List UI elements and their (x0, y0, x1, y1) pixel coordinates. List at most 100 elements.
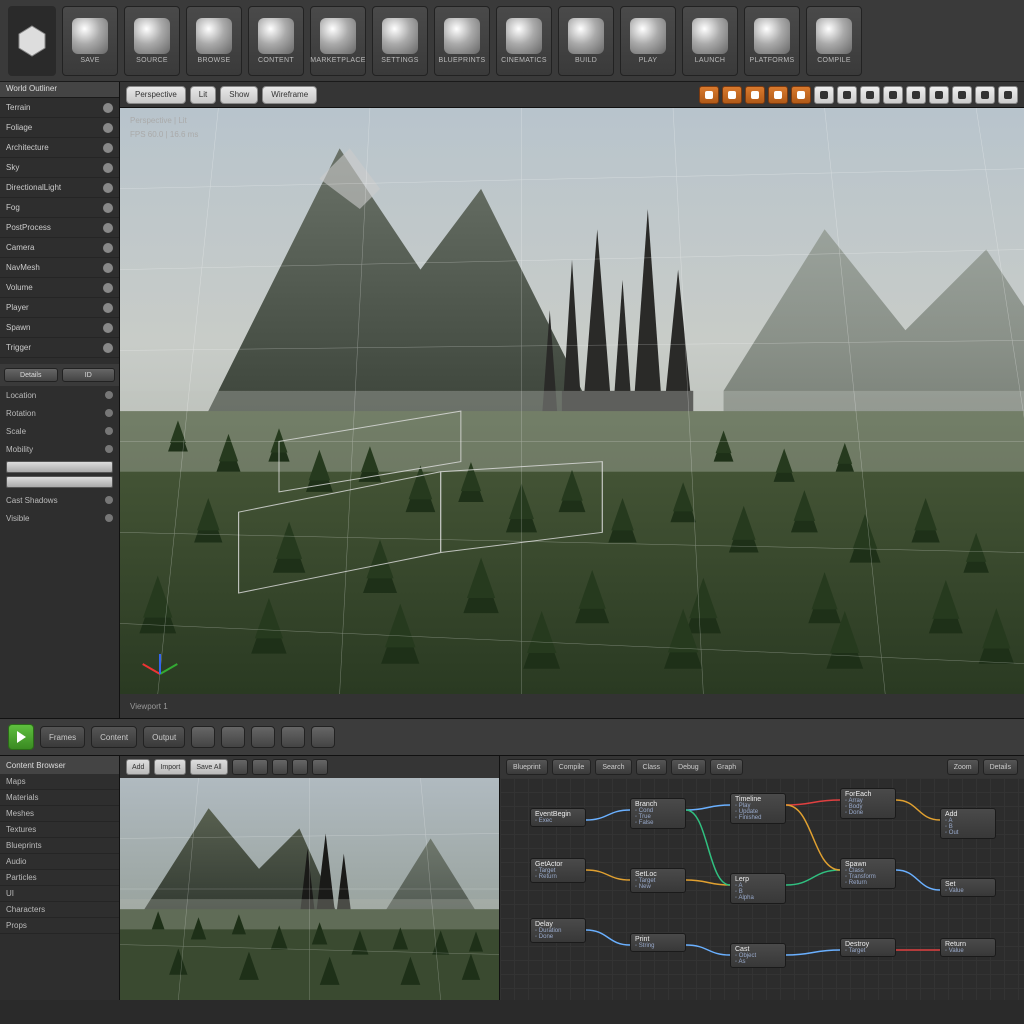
node-pin[interactable]: ◦ Done (535, 934, 581, 940)
toolbar-cinematics-button[interactable]: Cinematics (496, 6, 552, 76)
visibility-icon[interactable] (103, 303, 113, 313)
viewport-tool-icon[interactable] (768, 86, 788, 104)
visibility-icon[interactable] (103, 123, 113, 133)
outliner-item[interactable]: Spawn (0, 318, 119, 338)
toolbar-platforms-button[interactable]: Platforms (744, 6, 800, 76)
node-pin[interactable]: ◦ Finished (735, 815, 781, 821)
content-folder[interactable]: Audio (0, 854, 119, 870)
visibility-icon[interactable] (103, 143, 113, 153)
node-pin[interactable]: ◦ Value (945, 888, 991, 894)
property-slider[interactable] (6, 461, 113, 473)
strip-icon-button[interactable] (251, 726, 275, 748)
graph-node[interactable]: Set◦ Value (940, 878, 996, 897)
graph-node[interactable]: Destroy◦ Target (840, 938, 896, 957)
graph-toolbar-button[interactable]: Compile (552, 759, 592, 775)
content-folder[interactable]: UI (0, 886, 119, 902)
visibility-icon[interactable] (103, 343, 113, 353)
toolbar-blueprints-button[interactable]: Blueprints (434, 6, 490, 76)
node-pin[interactable]: ◦ Target (845, 948, 891, 954)
property-row[interactable]: Location (0, 386, 119, 404)
main-viewport[interactable]: Perspective | Lit FPS 60.0 | 16.6 ms (120, 108, 1024, 694)
content-folder[interactable]: Characters (0, 902, 119, 918)
strip-icon-button[interactable] (311, 726, 335, 748)
graph-toolbar-button[interactable]: Details (983, 759, 1018, 775)
node-pin[interactable]: ◦ Return (845, 880, 891, 886)
viewport-tool-icon[interactable] (975, 86, 995, 104)
visibility-icon[interactable] (103, 203, 113, 213)
preview-icon-button[interactable] (292, 759, 308, 775)
visibility-icon[interactable] (103, 183, 113, 193)
play-button[interactable] (8, 724, 34, 750)
outliner-tab[interactable]: World Outliner (0, 82, 119, 98)
visibility-icon[interactable] (103, 323, 113, 333)
preview-button[interactable]: Save All (190, 759, 227, 775)
outliner-item[interactable]: DirectionalLight (0, 178, 119, 198)
content-folder[interactable]: Particles (0, 870, 119, 886)
content-folder[interactable]: Materials (0, 790, 119, 806)
toolbar-compile-button[interactable]: Compile (806, 6, 862, 76)
node-pin[interactable]: ◦ Return (535, 874, 581, 880)
viewport-tool-icon[interactable] (699, 86, 719, 104)
content-folder[interactable]: Props (0, 918, 119, 934)
node-pin[interactable]: ◦ As (735, 959, 781, 965)
preview-button[interactable]: Import (154, 759, 186, 775)
node-pin[interactable]: ◦ Done (845, 810, 891, 816)
node-pin[interactable]: ◦ New (635, 884, 681, 890)
graph-toolbar-button[interactable]: Search (595, 759, 631, 775)
content-folder[interactable]: Blueprints (0, 838, 119, 854)
property-slider[interactable] (6, 476, 113, 488)
strip-icon-button[interactable] (221, 726, 245, 748)
node-canvas[interactable]: EventBegin◦ Exec GetActor◦ Target◦ Return… (500, 778, 1024, 1000)
outliner-item[interactable]: Camera (0, 238, 119, 258)
graph-toolbar-button[interactable]: Class (636, 759, 668, 775)
viewport-mode-button[interactable]: Lit (190, 86, 216, 104)
graph-node[interactable]: Delay◦ Duration◦ Done (530, 918, 586, 943)
property-row[interactable]: Rotation (0, 404, 119, 422)
graph-node[interactable]: ForEach◦ Array◦ Body◦ Done (840, 788, 896, 819)
graph-toolbar-button[interactable]: Blueprint (506, 759, 548, 775)
viewport-tool-icon[interactable] (906, 86, 926, 104)
graph-toolbar-button[interactable]: Debug (671, 759, 706, 775)
content-folder[interactable]: Meshes (0, 806, 119, 822)
graph-node[interactable]: Return◦ Value (940, 938, 996, 957)
outliner-item[interactable]: Player (0, 298, 119, 318)
details-tab[interactable]: Details (4, 368, 58, 382)
visibility-icon[interactable] (103, 283, 113, 293)
toolbar-save-button[interactable]: Save (62, 6, 118, 76)
viewport-tool-icon[interactable] (745, 86, 765, 104)
toolbar-marketplace-button[interactable]: Marketplace (310, 6, 366, 76)
strip-icon-button[interactable] (281, 726, 305, 748)
graph-node[interactable]: Print◦ String (630, 933, 686, 952)
toolbar-browse-button[interactable]: Browse (186, 6, 242, 76)
graph-node[interactable]: Spawn◦ Class◦ Transform◦ Return (840, 858, 896, 889)
viewport-tool-icon[interactable] (722, 86, 742, 104)
preview-icon-button[interactable] (312, 759, 328, 775)
outliner-item[interactable]: Volume (0, 278, 119, 298)
graph-node[interactable]: SetLoc◦ Target◦ New (630, 868, 686, 893)
property-row[interactable]: Scale (0, 422, 119, 440)
node-pin[interactable]: ◦ Alpha (735, 895, 781, 901)
graph-node[interactable]: GetActor◦ Target◦ Return (530, 858, 586, 883)
property-row[interactable]: Cast Shadows (0, 491, 119, 509)
property-row[interactable]: Visible (0, 509, 119, 527)
node-pin[interactable]: ◦ Out (945, 830, 991, 836)
graph-node[interactable]: EventBegin◦ Exec (530, 808, 586, 827)
visibility-icon[interactable] (103, 223, 113, 233)
outliner-item[interactable]: Architecture (0, 138, 119, 158)
viewport-tool-icon[interactable] (837, 86, 857, 104)
toolbar-play-button[interactable]: Play (620, 6, 676, 76)
toolbar-settings-button[interactable]: Settings (372, 6, 428, 76)
viewport-mode-button[interactable]: Perspective (126, 86, 186, 104)
strip-button[interactable]: Content (91, 726, 137, 748)
strip-button[interactable]: Output (143, 726, 185, 748)
toolbar-build-button[interactable]: Build (558, 6, 614, 76)
visibility-icon[interactable] (103, 263, 113, 273)
strip-icon-button[interactable] (191, 726, 215, 748)
viewport-tool-icon[interactable] (952, 86, 972, 104)
outliner-item[interactable]: NavMesh (0, 258, 119, 278)
outliner-item[interactable]: PostProcess (0, 218, 119, 238)
preview-icon-button[interactable] (252, 759, 268, 775)
viewport-tool-icon[interactable] (860, 86, 880, 104)
visibility-icon[interactable] (103, 163, 113, 173)
node-pin[interactable]: ◦ String (635, 943, 681, 949)
